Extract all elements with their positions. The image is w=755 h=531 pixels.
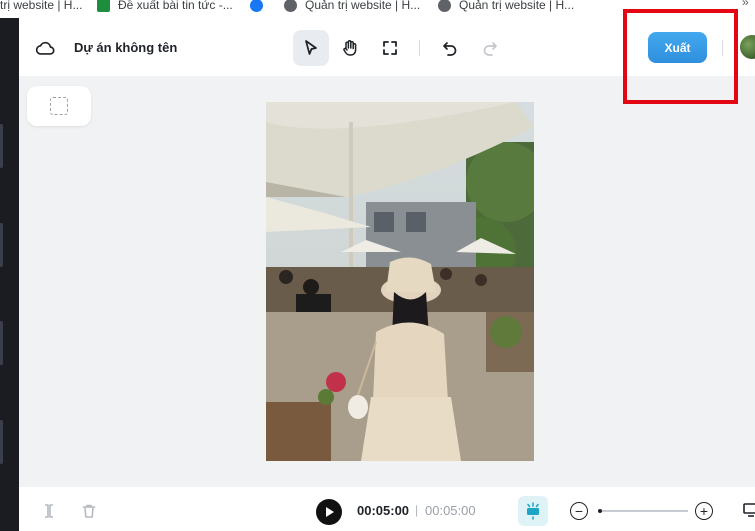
bookmark-label: Quản trị website | H... (459, 0, 575, 12)
bookmark-item[interactable]: Quản trị website | H... (284, 0, 420, 14)
fit-frame-button[interactable] (372, 30, 408, 66)
fit-frame-icon (383, 41, 397, 55)
rail-marker (0, 223, 3, 267)
rail-marker (0, 321, 3, 365)
total-time: 00:05:00 (425, 503, 476, 518)
bookmark-label: Đề xuất bài tin tức -... (118, 0, 233, 12)
highlight-annotation-box (623, 9, 738, 104)
hand-tool-button[interactable] (332, 30, 368, 66)
split-icon[interactable] (39, 501, 59, 521)
rail-marker (0, 420, 3, 464)
select-tool-button[interactable] (293, 30, 329, 66)
site-globe-icon (438, 0, 451, 12)
redo-button[interactable] (472, 30, 508, 66)
bookmark-label: Quản trị website | H... (305, 0, 421, 12)
hand-pan-icon (343, 40, 357, 56)
bookmark-item[interactable] (250, 0, 271, 14)
redo-icon (483, 42, 497, 56)
bookmark-item[interactable]: Quản trị website | H... (438, 0, 574, 14)
play-button[interactable] (316, 499, 342, 525)
screen-icon[interactable] (743, 500, 755, 520)
bookmark-item[interactable]: Đề xuất bài tin tức -... (97, 0, 233, 14)
zoom-slider-fill (598, 509, 602, 513)
trash-icon[interactable] (79, 501, 99, 521)
undo-button[interactable] (432, 30, 468, 66)
sheet-icon (97, 0, 110, 12)
site-globe-icon (284, 0, 297, 12)
tracks-icon (527, 502, 539, 520)
rail-marker (0, 124, 3, 168)
toolbar-divider (419, 40, 420, 56)
play-icon (326, 507, 334, 517)
zoom-in-button[interactable]: + (695, 502, 713, 520)
project-title[interactable]: Dự án không tên (74, 40, 177, 55)
zoom-in-icon: + (699, 503, 709, 519)
zoom-out-button[interactable]: − (570, 502, 588, 520)
cloud-icon[interactable] (34, 38, 56, 58)
empty-layer-icon (50, 97, 68, 115)
canvas-photo[interactable] (266, 102, 534, 461)
facebook-icon (250, 0, 263, 12)
time-separator: | (415, 503, 419, 517)
current-time: 00:05:00 (357, 503, 410, 518)
select-cursor-icon (305, 40, 317, 55)
left-rail (0, 18, 19, 531)
layers-panel-button[interactable] (27, 86, 91, 126)
bookmark-item[interactable]: trị website | H... (0, 0, 82, 14)
zoom-out-icon: − (574, 503, 584, 519)
undo-icon (443, 42, 457, 56)
bookmark-label: trị website | H... (0, 0, 83, 12)
bookmarks-more-button[interactable]: » (742, 0, 749, 9)
zoom-slider[interactable] (598, 509, 688, 513)
tracks-toggle-button[interactable] (518, 496, 548, 526)
